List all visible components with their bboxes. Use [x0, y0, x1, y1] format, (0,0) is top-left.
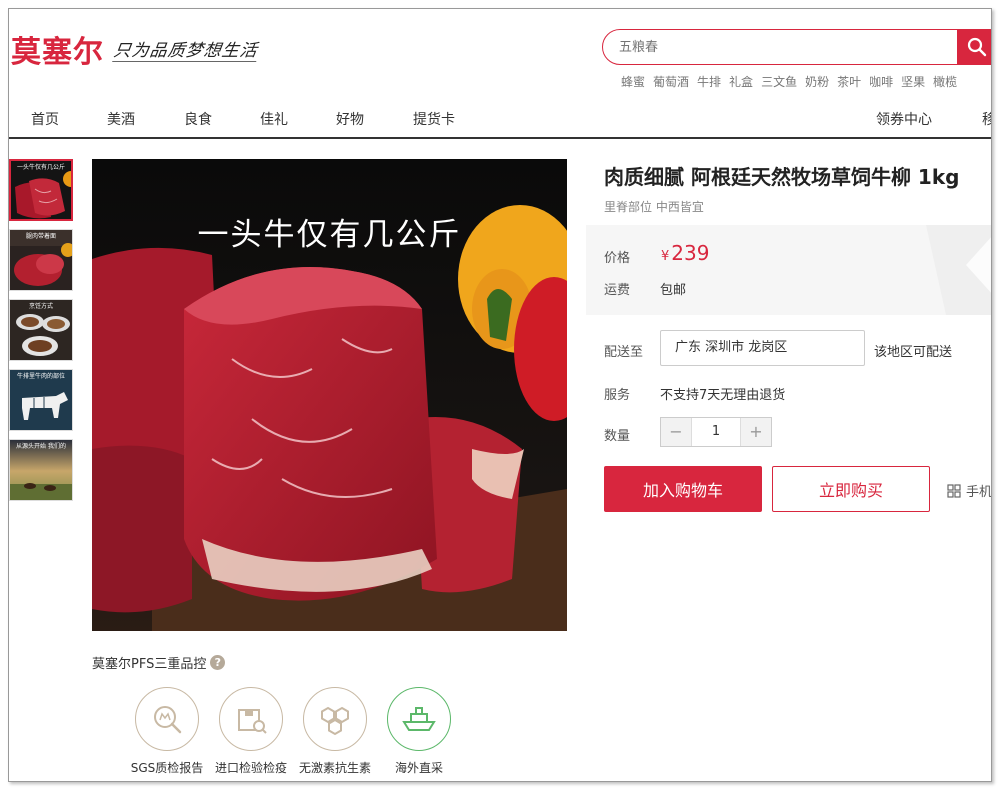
service-value: 不支持7天无理由退货 [660, 388, 786, 403]
nav-item-home[interactable]: 首页 [31, 109, 59, 129]
nav-item-food[interactable]: 良食 [184, 109, 212, 129]
search-bar [602, 29, 991, 65]
quantity-minus-button[interactable]: − [661, 418, 691, 446]
help-icon[interactable]: ? [210, 655, 226, 670]
hot-word[interactable]: 礼盒 [729, 73, 753, 90]
main-product-image[interactable]: 一头牛仅有几公斤 [92, 159, 567, 631]
brand-slogan: 只为品质梦想生活 [112, 36, 260, 62]
shipping-value: 包邮 [660, 283, 687, 298]
hot-word[interactable]: 橄榄 [933, 73, 957, 90]
thumbnail-caption: 一头牛仅有几公斤 [16, 164, 65, 171]
qr-grid-icon [947, 483, 961, 498]
quality-control-label: 莫塞尔PFS三重品控 [92, 657, 207, 672]
quantity-plus-button[interactable]: + [741, 418, 771, 446]
search-input[interactable] [619, 32, 959, 62]
price-label: 价格 [604, 251, 631, 266]
nav-item-gift[interactable]: 佳礼 [260, 109, 288, 129]
quantity-label: 数量 [604, 429, 631, 444]
hot-word[interactable]: 坚果 [901, 73, 925, 90]
service-label: 服务 [604, 388, 631, 403]
delivery-address-selector[interactable]: 广东 深圳市 龙岗区 [660, 330, 865, 366]
package-inspect-icon [219, 687, 283, 751]
thumbnail-list: 一头牛仅有几公斤 腿肉带着面 烹饪方式 牛排里牛肉的部位 从源头开始 我们的 [9, 159, 73, 509]
add-to-cart-button[interactable]: 加入购物车 [604, 466, 762, 512]
hexagon-molecule-icon [303, 687, 367, 751]
nav-item-wine[interactable]: 美酒 [107, 109, 135, 129]
mobile-label: 手机 [966, 485, 992, 500]
site-logo[interactable]: 莫塞尔 只为品质梦想生活 [11, 27, 260, 71]
thumbnail-caption: 烹饪方式 [28, 303, 53, 310]
mobile-purchase-link[interactable]: 手机 [947, 481, 992, 500]
product-price: ¥239 [661, 241, 709, 265]
quality-control-title: 莫塞尔PFS三重品控 ? [92, 653, 226, 672]
product-title: 肉质细腻 阿根廷天然牧场草饲牛柳 1kg [604, 165, 960, 189]
quantity-stepper: − 1 + [660, 417, 772, 447]
thumbnail[interactable]: 烹饪方式 [9, 299, 73, 361]
hot-word[interactable]: 茶叶 [837, 73, 861, 90]
hot-search-words: 蜂蜜 葡萄酒 牛排 礼盒 三文鱼 奶粉 茶叶 咖啡 坚果 橄榄 [621, 73, 965, 90]
nav-item-coupon-center[interactable]: 领券中心 [876, 109, 932, 129]
search-button[interactable] [957, 29, 991, 65]
delivery-label: 配送至 [604, 345, 644, 360]
thumbnail[interactable]: 一头牛仅有几公斤 [9, 159, 73, 221]
magnifier-icon [135, 687, 199, 751]
thumbnail[interactable]: 牛排里牛肉的部位 [9, 369, 73, 431]
ship-icon [387, 687, 451, 751]
thumbnail[interactable]: 从源头开始 我们的 [9, 439, 73, 501]
main-image-caption: 一头牛仅有几公斤 [197, 217, 462, 253]
hot-word[interactable]: 牛排 [697, 73, 721, 90]
nav-item-goods[interactable]: 好物 [336, 109, 364, 129]
hot-word[interactable]: 三文鱼 [761, 73, 797, 90]
search-icon [967, 37, 987, 57]
nav-item-pickup-card[interactable]: 提货卡 [413, 109, 455, 129]
hot-word[interactable]: 奶粉 [805, 73, 829, 90]
quality-item-overseas-direct: 海外直采 [369, 687, 469, 776]
price-panel [586, 225, 991, 315]
hot-word[interactable]: 蜂蜜 [621, 73, 645, 90]
browser-page: 莫塞尔 只为品质梦想生活 蜂蜜 葡萄酒 牛排 礼盒 三文鱼 奶粉 茶叶 咖啡 坚… [8, 8, 992, 782]
main-nav: 首页 美酒 良食 佳礼 好物 提货卡 领券中心 移 [9, 99, 991, 139]
shipping-label: 运费 [604, 283, 631, 298]
product-subtitle: 里脊部位 中西皆宜 [604, 200, 704, 214]
quantity-input[interactable]: 1 [691, 418, 741, 446]
hot-word[interactable]: 咖啡 [869, 73, 893, 90]
brand-name: 莫塞尔 [11, 35, 104, 70]
buy-now-button[interactable]: 立即购买 [772, 466, 930, 512]
thumbnail-caption: 从源头开始 我们的 [16, 443, 66, 450]
currency-symbol: ¥ [661, 249, 670, 264]
price-value: 239 [671, 241, 710, 265]
price-panel-decoration [926, 225, 991, 315]
thumbnail[interactable]: 腿肉带着面 [9, 229, 73, 291]
delivery-note: 该地区可配送 [874, 345, 953, 360]
nav-item-more[interactable]: 移 [982, 109, 991, 129]
thumbnail-caption: 牛排里牛肉的部位 [16, 373, 65, 380]
quality-item-label: 海外直采 [394, 761, 443, 775]
thumbnail-caption: 腿肉带着面 [25, 233, 56, 240]
hot-word[interactable]: 葡萄酒 [653, 73, 689, 90]
